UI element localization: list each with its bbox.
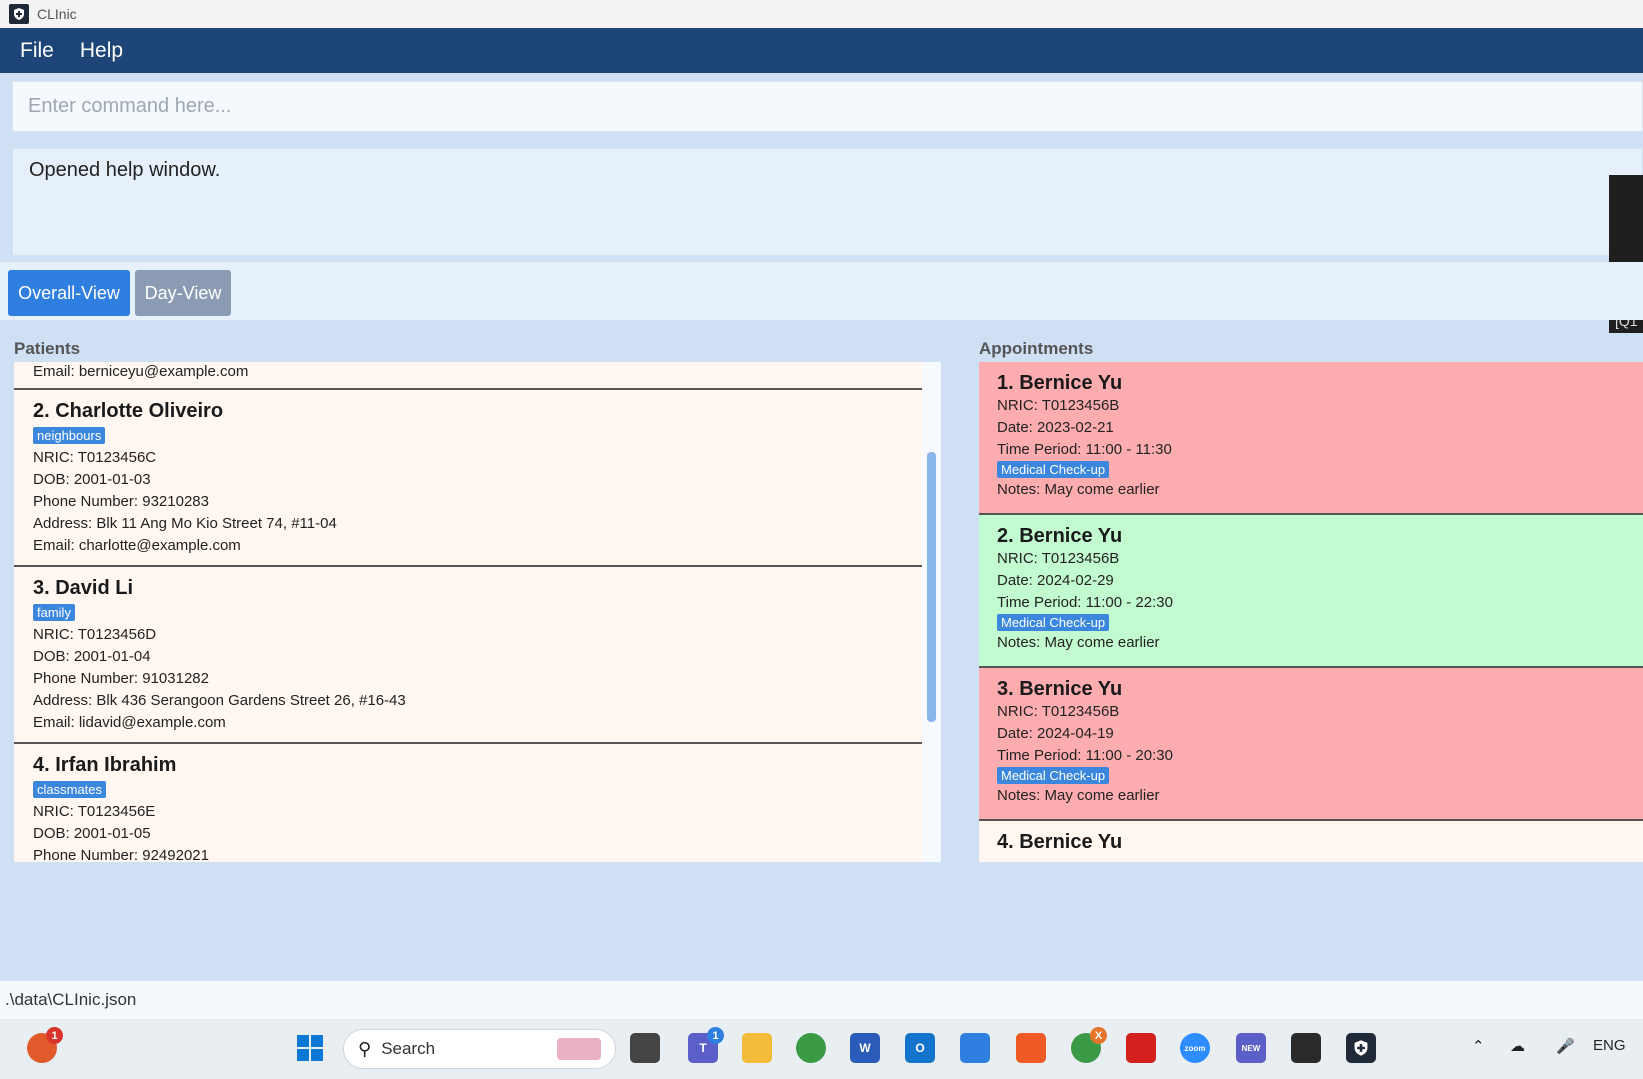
patient-nric: NRIC: T0123456C [33,449,157,466]
appointment-period: Time Period: 11:00 - 11:30 [997,441,1172,458]
patient-dob: DOB: 2001-01-03 [33,471,151,488]
appointments-list[interactable]: 1. Bernice Yu NRIC: T0123456B Date: 2023… [979,362,1643,862]
patients-list[interactable]: Email: berniceyu@example.com 2. Charlott… [14,362,941,862]
terminal-icon[interactable] [1291,1033,1321,1063]
patient-phone: Phone Number: 91031282 [33,670,209,687]
security-icon[interactable] [960,1033,990,1063]
menu-bar: File Help [0,28,1643,73]
teams-new-icon[interactable]: NEW [1236,1033,1266,1063]
patient-phone: Phone Number: 93210283 [33,493,209,510]
os-taskbar: 1 ⚲ Search T1 W O X zoom NEW ⌃ ☁ 🎤 ENG [0,1019,1643,1079]
appointment-notes: Notes: May come earlier [997,787,1160,804]
overall-view-button[interactable]: Overall-View [8,270,130,316]
appointment-name: 4. Bernice Yu [997,831,1123,853]
brave-icon[interactable] [1016,1033,1046,1063]
patient-email: Email: berniceyu@example.com [33,363,249,380]
windows-start-icon[interactable] [295,1033,325,1063]
language-indicator[interactable]: ENG [1593,1037,1626,1054]
patient-name: 3. David Li [33,577,134,599]
patients-scrollbar[interactable] [927,452,936,722]
result-display: Opened help window. [12,148,1643,256]
status-bar: .\data\CLInic.json [0,981,1643,1019]
patient-name: 4. Irfan Ibrahim [33,754,177,776]
patient-address: Address: Blk 11 Ang Mo Kio Street 74, #1… [33,515,337,532]
cloud-icon[interactable]: ☁ [1510,1037,1525,1055]
appointment-name: 3. Bernice Yu [997,678,1123,700]
patient-dob: DOB: 2001-01-05 [33,825,151,842]
appointments-label: Appointments [979,339,1094,358]
taskbar-search[interactable]: ⚲ Search [343,1029,616,1069]
patient-phone: Phone Number: 92492021 [33,847,209,862]
list-item[interactable]: Email: berniceyu@example.com [14,362,922,390]
list-item[interactable]: 2. Bernice Yu NRIC: T0123456B Date: 2024… [979,515,1643,668]
chrome-profile-icon[interactable]: X [1071,1027,1107,1063]
patient-nric: NRIC: T0123456E [33,803,156,820]
appointment-nric: NRIC: T0123456B [997,703,1120,720]
patient-tag: family [33,604,75,621]
appointment-period: Time Period: 11:00 - 20:30 [997,747,1173,764]
patient-email: Email: lidavid@example.com [33,714,226,731]
appointment-date: Date: 2024-02-29 [997,572,1114,589]
list-item[interactable]: 3. David Li family NRIC: T0123456D DOB: … [14,567,922,744]
task-view-icon[interactable] [630,1033,660,1063]
appointment-name: 2. Bernice Yu [997,525,1123,547]
zoom-icon[interactable]: zoom [1180,1033,1210,1063]
clinic-app-icon[interactable] [1346,1033,1376,1063]
patient-name: 2. Charlotte Oliveiro [33,400,224,422]
patient-dob: DOB: 2001-01-04 [33,648,151,665]
appointment-nric: NRIC: T0123456B [997,397,1120,414]
patient-tag: classmates [33,781,107,798]
window-title: CLInic [37,6,77,22]
patient-address: Address: Blk 436 Serangoon Gardens Stree… [33,692,406,709]
view-toggle-bar: Overall-View Day-View [0,262,1643,320]
word-icon[interactable]: W [850,1033,880,1063]
flowers-icon [557,1038,601,1060]
outlook-icon[interactable]: O [905,1033,935,1063]
search-icon: ⚲ [358,1038,372,1059]
list-item[interactable]: 3. Bernice Yu NRIC: T0123456B Date: 2024… [979,668,1643,821]
appointment-nric: NRIC: T0123456B [997,550,1120,567]
appointment-date: Date: 2024-04-19 [997,725,1114,742]
save-file-path: .\data\CLInic.json [5,990,137,1009]
appointment-date: Date: 2023-02-21 [997,419,1114,436]
chrome-icon[interactable] [796,1033,826,1063]
menu-help[interactable]: Help [80,39,123,63]
alert-app-icon[interactable]: 1 [27,1027,63,1063]
appointment-tag: Medical Check-up [997,767,1110,784]
appointment-tag: Medical Check-up [997,614,1110,631]
alert-badge: 1 [46,1027,63,1044]
shield-icon [9,4,29,24]
teams-badge: 1 [707,1027,724,1044]
pdf-reader-icon[interactable] [1126,1033,1156,1063]
chevron-up-icon[interactable]: ⌃ [1472,1037,1485,1055]
appointment-period: Time Period: 11:00 - 22:30 [997,594,1173,611]
window-titlebar: CLInic [0,0,1643,28]
chrome-badge: X [1090,1027,1107,1044]
command-input[interactable] [28,95,1642,118]
list-item[interactable]: 1. Bernice Yu NRIC: T0123456B Date: 2023… [979,362,1643,515]
teams-icon[interactable]: T1 [688,1027,724,1063]
microphone-icon[interactable]: 🎤 [1556,1037,1575,1055]
appointment-notes: Notes: May come earlier [997,481,1160,498]
patient-email: Email: charlotte@example.com [33,537,241,554]
list-item[interactable]: 4. Irfan Ibrahim classmates NRIC: T01234… [14,744,922,862]
patient-tag: neighbours [33,427,106,444]
list-item[interactable]: 2. Charlotte Oliveiro neighbours NRIC: T… [14,390,922,567]
patient-nric: NRIC: T0123456D [33,626,157,643]
file-explorer-icon[interactable] [742,1033,772,1063]
appointment-tag: Medical Check-up [997,461,1110,478]
patients-label: Patients [14,339,81,358]
appointment-notes: Notes: May come earlier [997,634,1160,651]
day-view-button[interactable]: Day-View [135,270,231,316]
result-message: Opened help window. [29,159,221,181]
list-item[interactable]: 4. Bernice Yu [979,821,1643,862]
command-box [12,81,1643,132]
taskbar-search-label: Search [381,1039,436,1058]
menu-file[interactable]: File [20,39,54,63]
appointment-name: 1. Bernice Yu [997,372,1123,394]
